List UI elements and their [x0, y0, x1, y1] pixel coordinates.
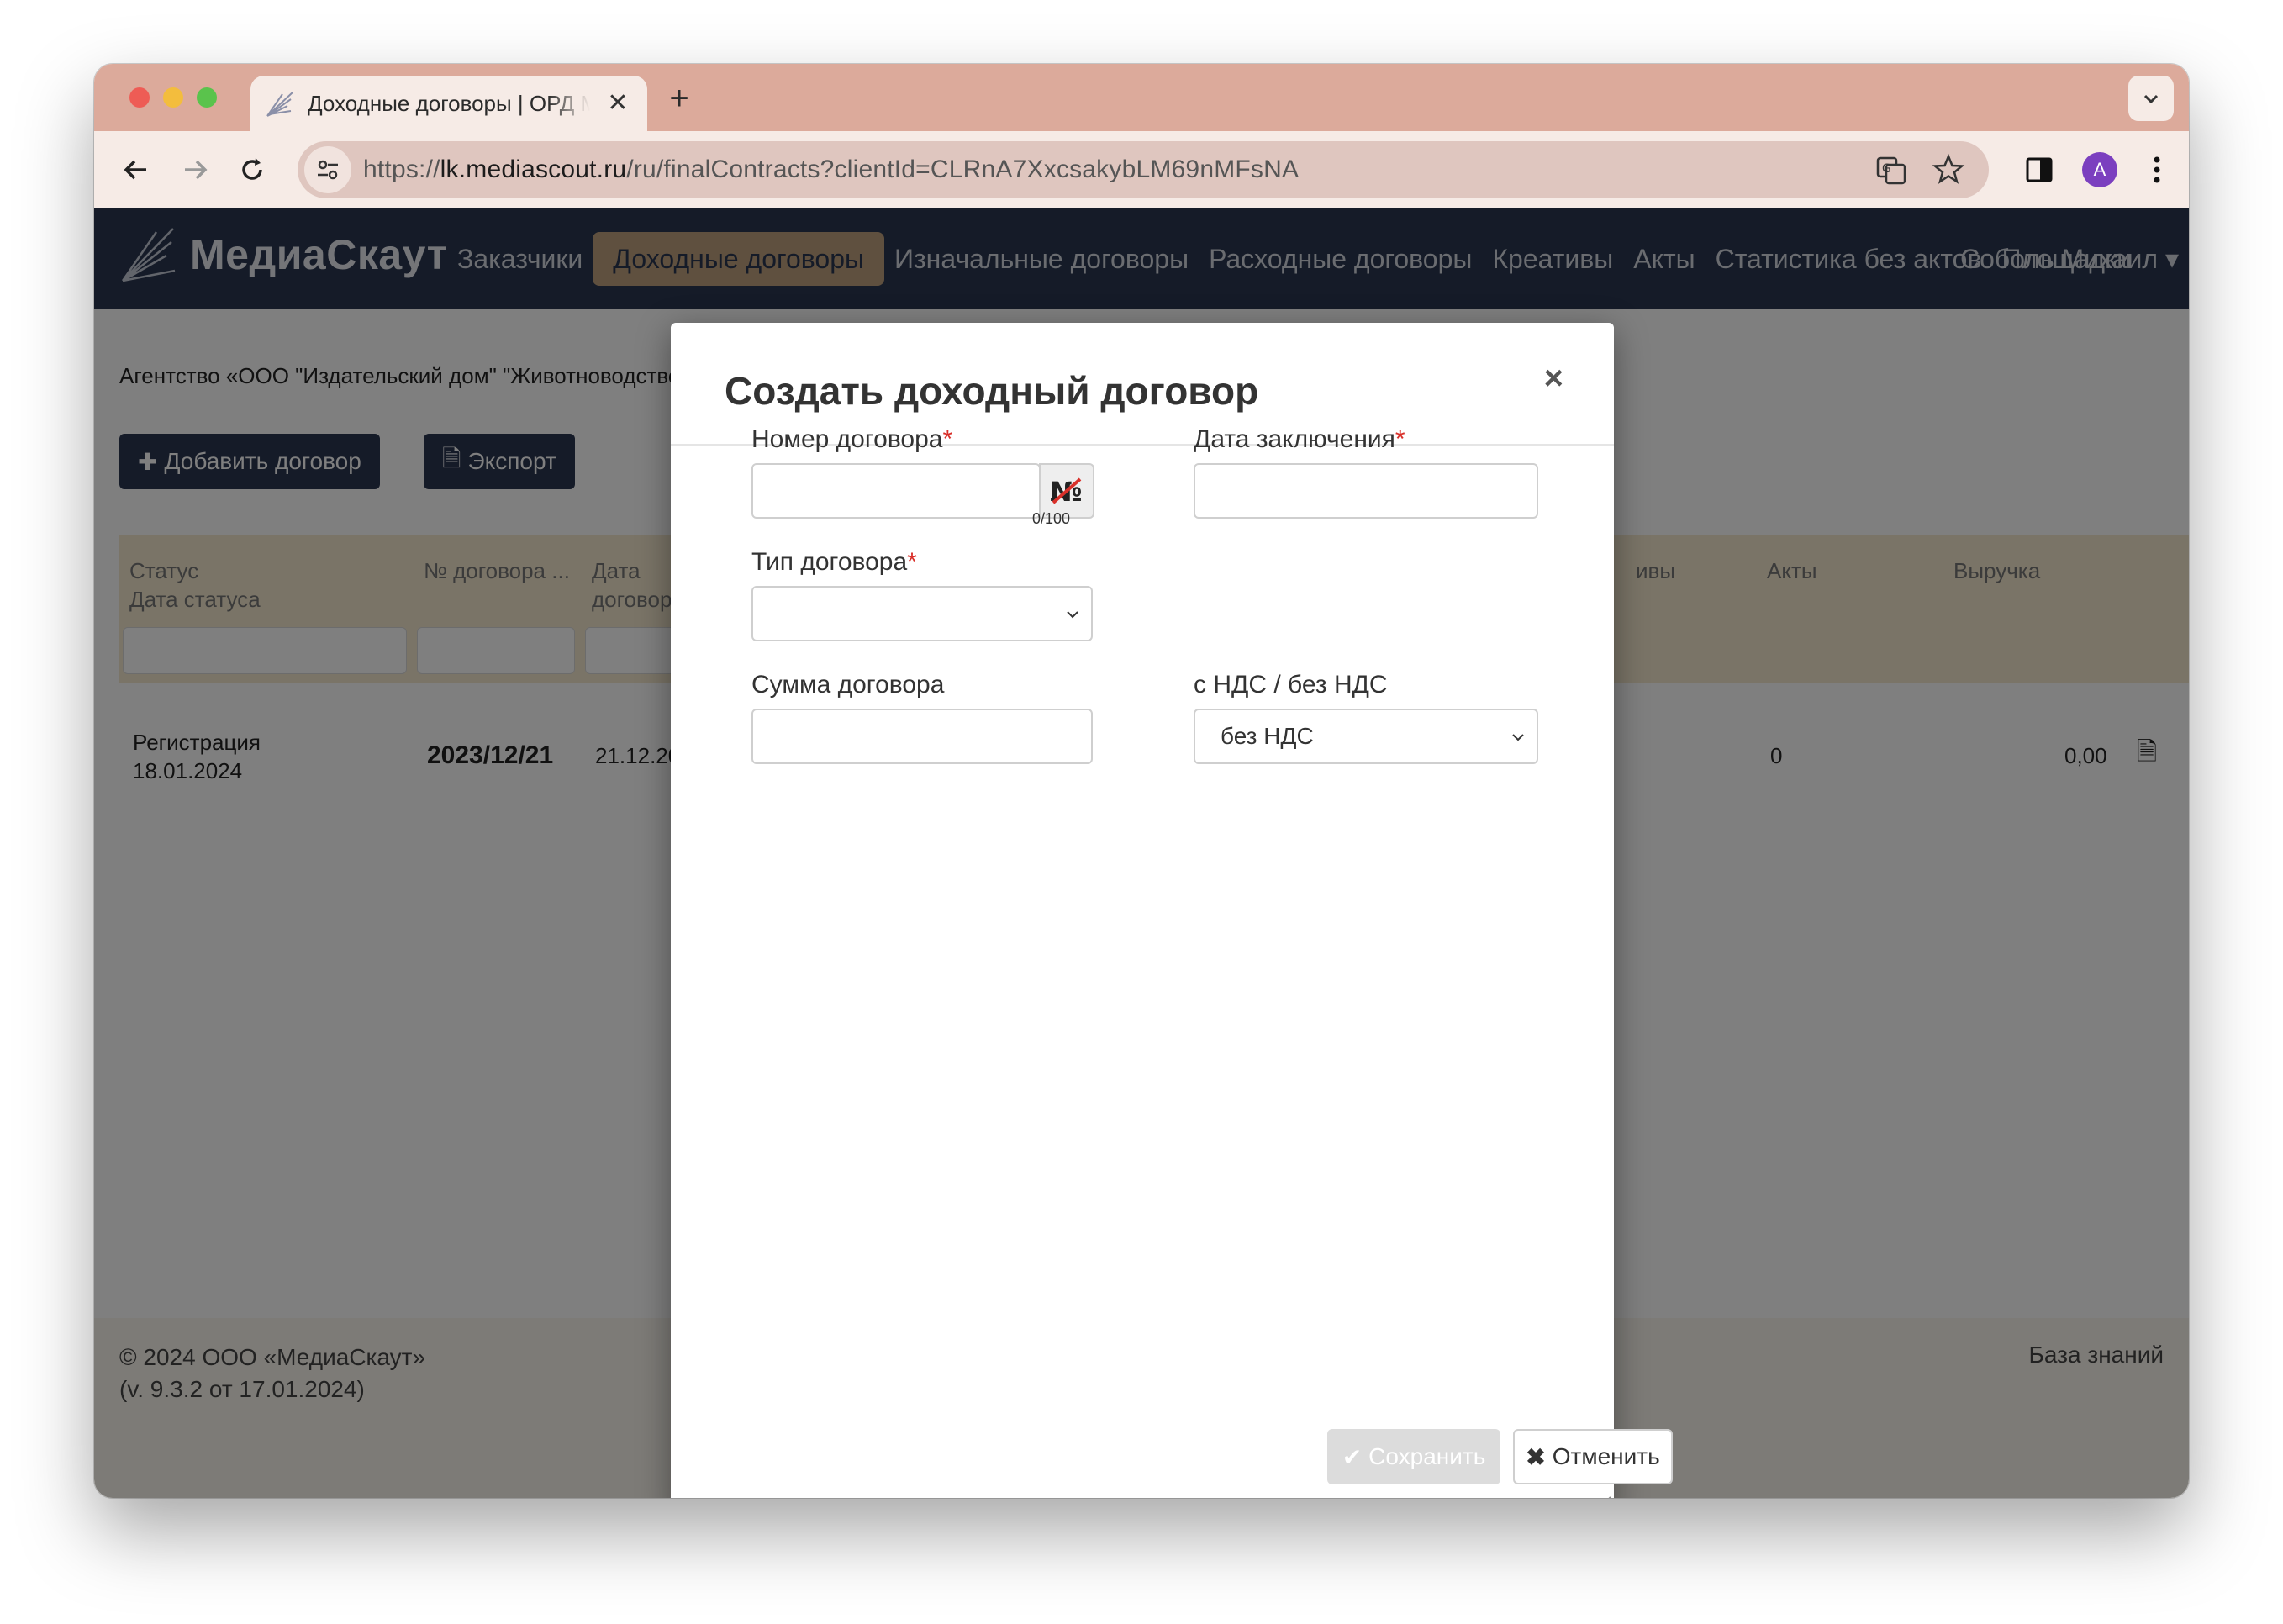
- vat-label: с НДС / без НДС: [1194, 671, 1388, 699]
- minimize-window-button[interactable]: [163, 87, 183, 108]
- tab-search-button[interactable]: [2128, 76, 2174, 121]
- tab-close-icon[interactable]: ✕: [604, 89, 632, 118]
- browser-toolbar: https://lk.mediascout.ru/ru/finalContrac…: [94, 131, 2189, 208]
- required-mark: *: [942, 425, 953, 453]
- cancel-button[interactable]: ✖ Отменить: [1513, 1429, 1673, 1484]
- chevron-down-icon: [2143, 94, 2159, 104]
- check-icon: ✔: [1342, 1443, 1363, 1470]
- browser-window: Доходные договоры | ОРД Медиаскаут ✕ + h…: [94, 64, 2189, 1498]
- save-button[interactable]: ✔ Сохранить: [1327, 1429, 1500, 1484]
- contract-number-label-text: Номер договора: [751, 425, 943, 453]
- required-mark: *: [907, 548, 917, 576]
- date-label: Дата заключения*: [1194, 425, 1405, 454]
- contract-type-label: Тип договора*: [751, 548, 917, 577]
- more-vert-icon: [2154, 156, 2160, 183]
- page-content: МедиаСкаут Заказчики Доходные договоры И…: [94, 208, 2189, 1498]
- chevron-down-icon: [1067, 611, 1078, 619]
- cross-icon: ✖: [1526, 1443, 1546, 1470]
- maximize-window-button[interactable]: [197, 87, 217, 108]
- modal-title: Создать доходный договор: [725, 369, 1259, 413]
- profile-button[interactable]: A: [2078, 148, 2122, 192]
- bookmark-star-icon[interactable]: [1932, 153, 1965, 187]
- contract-sum-input[interactable]: [751, 709, 1093, 764]
- contract-sum-label: Сумма договора: [751, 671, 945, 699]
- tune-icon: [318, 160, 338, 180]
- tab-title: Доходные договоры | ОРД Медиаскаут: [308, 90, 590, 116]
- url-path: /ru/finalContracts?clientId=CLRnA7Xxcsak…: [626, 156, 1300, 183]
- site-info-button[interactable]: [304, 146, 351, 193]
- browser-tab[interactable]: Доходные договоры | ОРД Медиаскаут ✕: [250, 76, 647, 131]
- url-text: https://lk.mediascout.ru/ru/finalContrac…: [363, 156, 1299, 184]
- svg-text:G: G: [1882, 162, 1891, 176]
- cancel-label: Отменить: [1552, 1443, 1660, 1469]
- browser-menu-button[interactable]: [2135, 148, 2179, 192]
- resize-handle-icon[interactable]: [1597, 1494, 1612, 1498]
- chevron-down-icon: [1512, 734, 1524, 741]
- arrow-left-icon: [124, 160, 146, 180]
- url-host: lk.mediascout.ru: [440, 156, 627, 183]
- back-button[interactable]: [116, 150, 156, 190]
- close-icon[interactable]: ×: [1544, 360, 1563, 398]
- mediascout-favicon-icon: [266, 92, 293, 117]
- contract-type-label-text: Тип договора: [751, 548, 908, 576]
- address-bar[interactable]: https://lk.mediascout.ru/ru/finalContrac…: [298, 141, 1989, 198]
- url-prefix: https://: [363, 156, 440, 183]
- date-label-text: Дата заключения: [1194, 425, 1395, 453]
- contract-number-input[interactable]: [751, 463, 1041, 519]
- side-panel-icon: [2026, 157, 2053, 182]
- avatar: A: [2082, 152, 2117, 187]
- arrow-right-icon: [185, 160, 208, 180]
- vat-value: без НДС: [1221, 723, 1314, 749]
- contract-number-counter: 0/100: [1032, 510, 1071, 527]
- close-window-button[interactable]: [129, 87, 150, 108]
- number-sign-icon: №: [1050, 476, 1083, 508]
- forward-button[interactable]: [175, 150, 215, 190]
- contract-type-select[interactable]: [751, 586, 1093, 641]
- side-panel-button[interactable]: [2017, 148, 2061, 192]
- reload-button[interactable]: [232, 150, 272, 190]
- tab-strip: Доходные договоры | ОРД Медиаскаут ✕ +: [94, 64, 2189, 131]
- contract-number-label: Номер договора*: [751, 425, 952, 454]
- required-mark: *: [1395, 425, 1405, 453]
- vat-select[interactable]: без НДС: [1194, 709, 1538, 764]
- save-label: Сохранить: [1368, 1443, 1486, 1469]
- translate-icon[interactable]: G: [1874, 153, 1908, 187]
- new-tab-button[interactable]: +: [659, 79, 699, 119]
- contract-date-input[interactable]: [1194, 463, 1538, 519]
- reload-icon: [242, 158, 262, 180]
